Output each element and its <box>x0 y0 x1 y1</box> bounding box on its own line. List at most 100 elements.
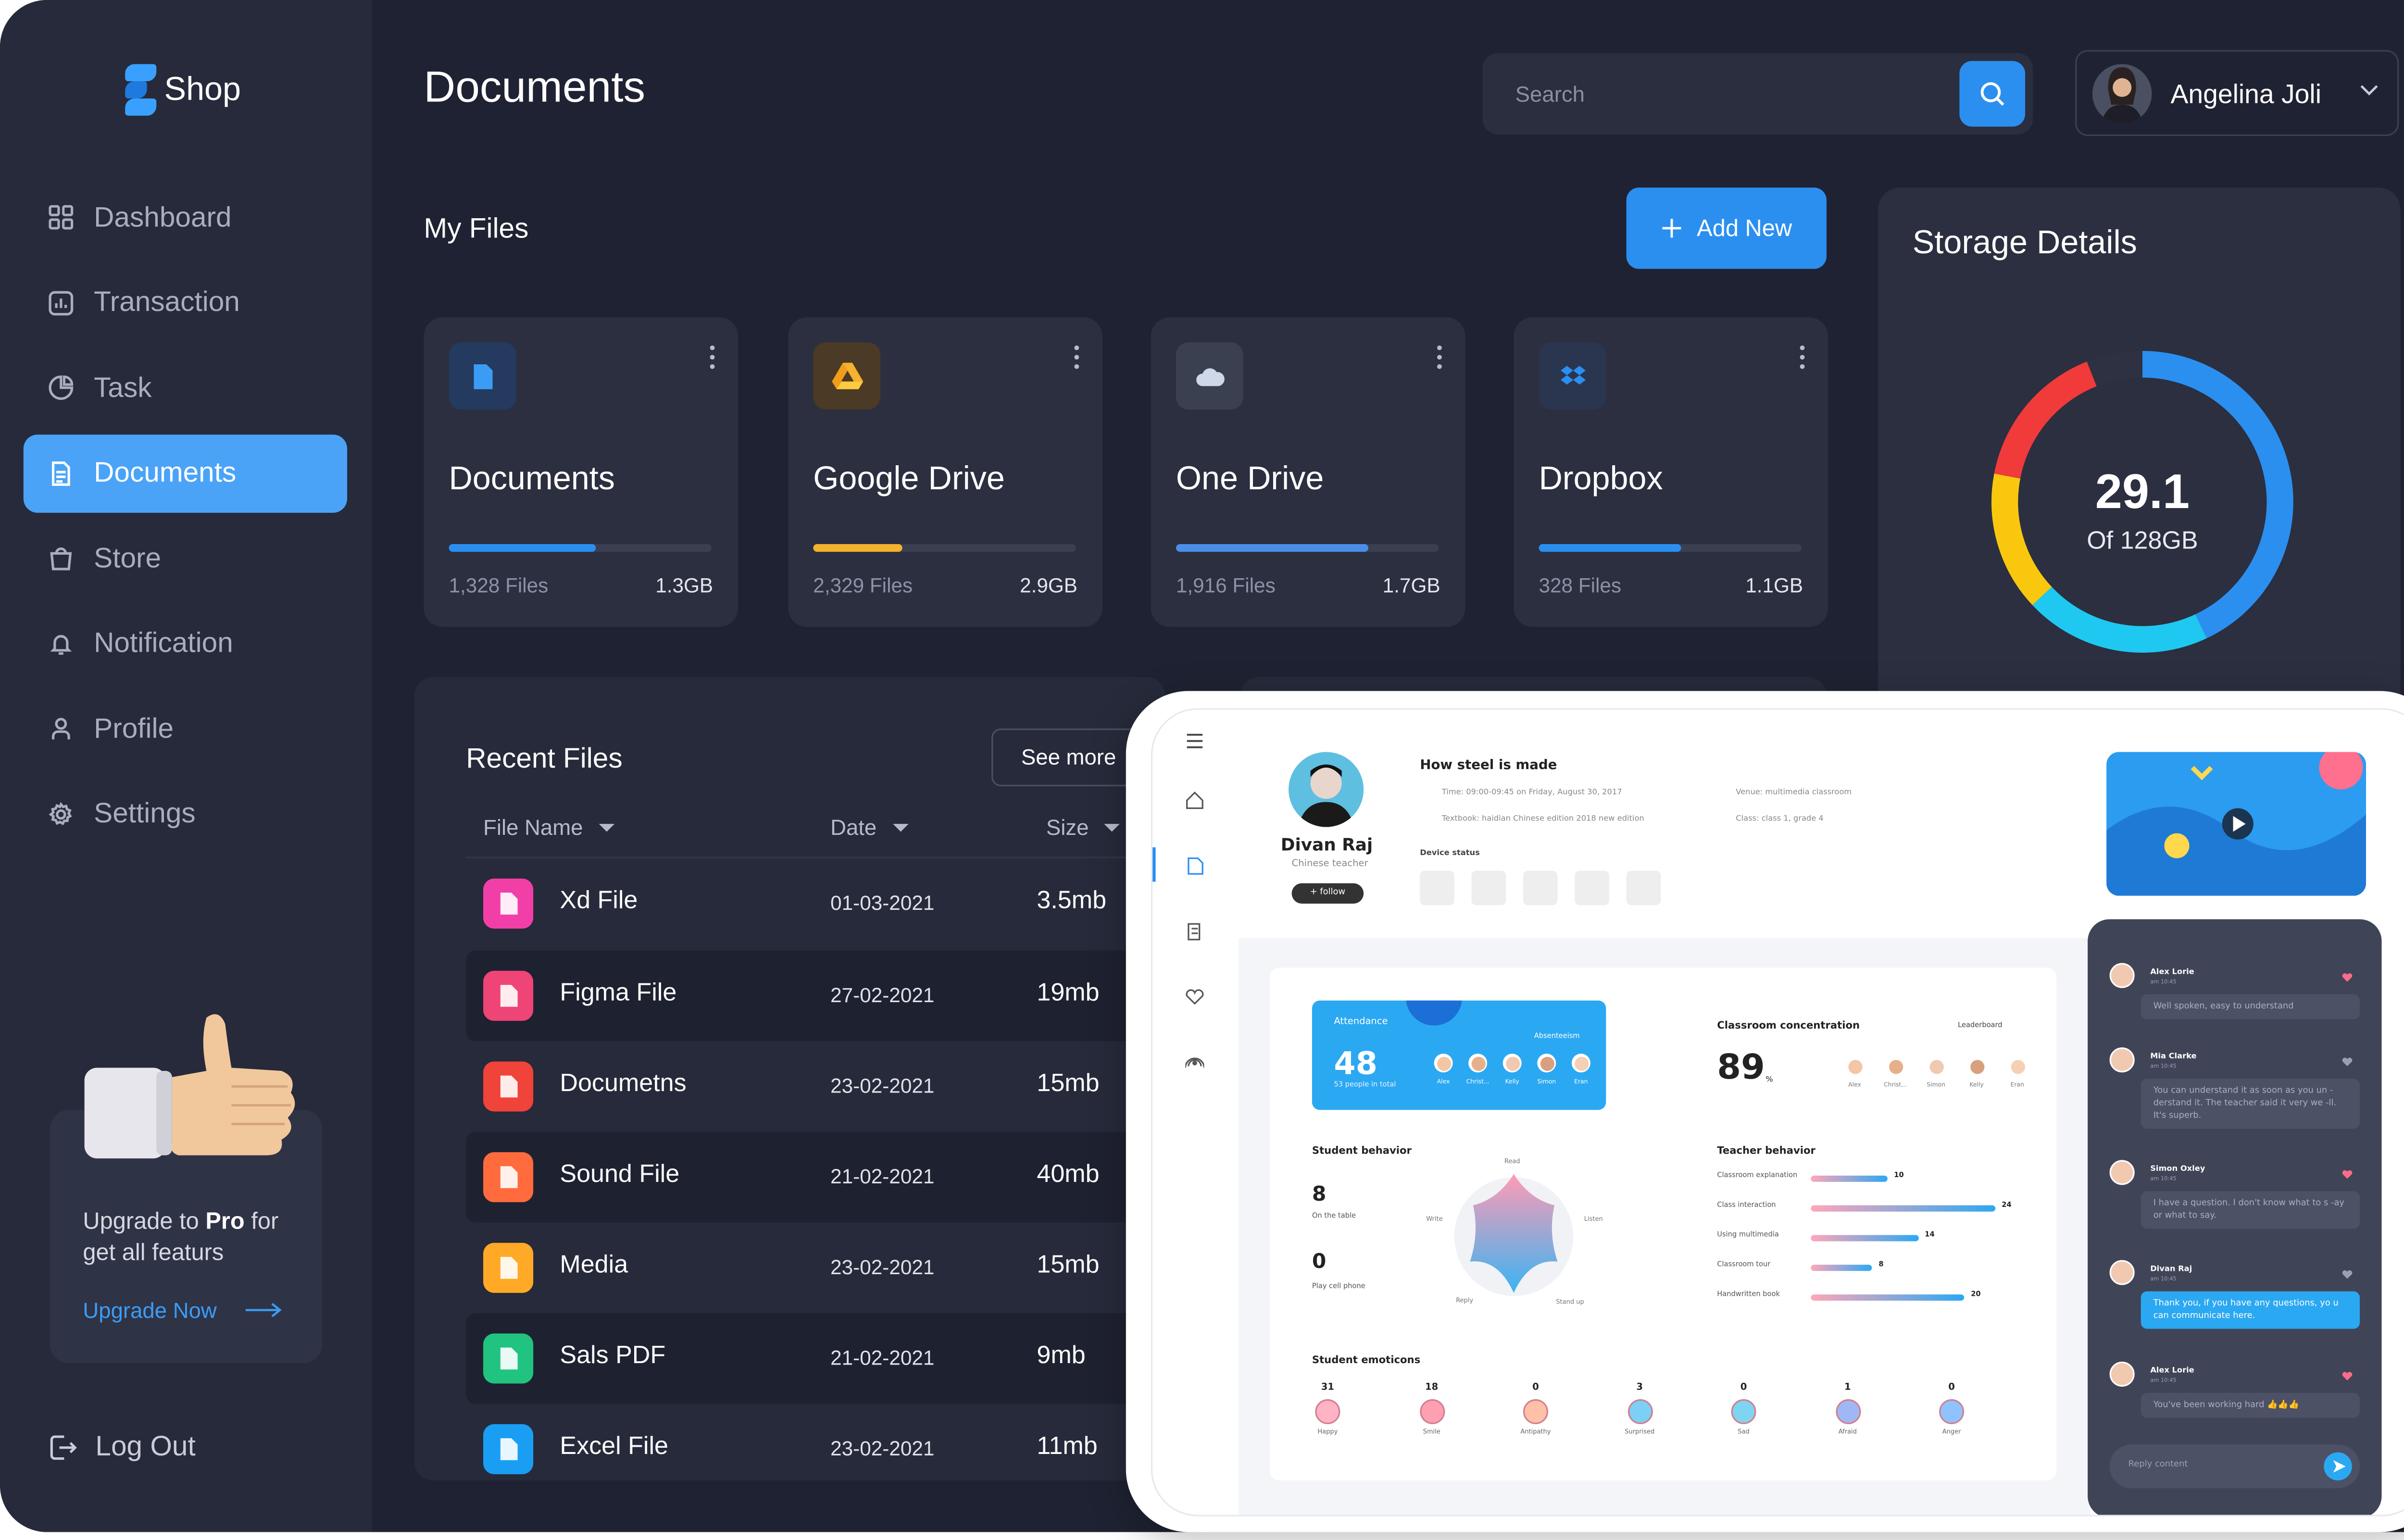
emoji-face-icon <box>1731 1399 1756 1425</box>
sidebar-item-store[interactable]: Store <box>24 519 347 597</box>
lesson-venue: Venue: multimedia classroom <box>1736 788 1852 797</box>
file-card-one-drive[interactable]: One Drive 1,916 Files 1.7GB <box>1151 317 1465 627</box>
search-button[interactable] <box>1959 61 2025 127</box>
device-camera-icon <box>1420 870 1454 906</box>
storage-size: 2.9GB <box>1020 573 1077 597</box>
search-input[interactable]: Search <box>1515 81 1585 106</box>
logo-icon <box>125 64 160 116</box>
broadcast-icon[interactable] <box>1185 1054 1204 1072</box>
file-name: Sound File <box>560 1161 680 1188</box>
student-avatar: Eran <box>1568 1054 1593 1085</box>
attendance-value: 48 <box>1334 1044 1377 1082</box>
column-header-name[interactable]: File Name <box>483 815 614 840</box>
sidebar-item-dashboard[interactable]: Dashboard <box>24 178 347 257</box>
table-row[interactable]: Sals PDF 21-02-2021 9mb <box>466 1313 1186 1404</box>
sidebar-item-profile[interactable]: Profile <box>24 689 347 768</box>
file-type-icon <box>483 1152 534 1203</box>
donut-segment-3 <box>1994 361 2097 479</box>
follow-button[interactable]: + follow <box>1291 883 1364 904</box>
student-avatar: Eran <box>2005 1056 2030 1088</box>
student-behavior-label: Student behavior <box>1312 1144 1412 1157</box>
more-options-icon[interactable] <box>1800 345 1806 374</box>
emotion-sad: 0 Sad <box>1717 1382 1770 1435</box>
storage-title: Storage Details <box>1912 225 2137 261</box>
chevron-down-icon <box>2360 85 2378 96</box>
reply-input[interactable]: Reply content <box>2109 1444 2360 1489</box>
document-icon <box>449 342 516 410</box>
behavior-bar <box>1811 1205 1996 1212</box>
heart-icon <box>2342 1372 2353 1380</box>
absenteeism-label: Absenteeism <box>1534 1033 1580 1042</box>
book-icon[interactable] <box>1185 922 1204 941</box>
teacher-behavior-row: Handwritten book 20 <box>1717 1290 2030 1305</box>
table-row[interactable]: Documetns 23-02-2021 15mb <box>466 1041 1185 1132</box>
table-row[interactable]: Sound File 21-02-2021 40mb <box>466 1131 1186 1223</box>
sidebar-item-notification[interactable]: Notification <box>24 604 347 683</box>
emoji-face-icon <box>1315 1399 1340 1425</box>
logout-label: Log Out <box>95 1430 196 1462</box>
add-new-button[interactable]: Add New <box>1626 187 1827 269</box>
sidebar-item-task[interactable]: Task <box>24 348 347 427</box>
sidebar-item-label: Documents <box>94 456 237 488</box>
sidebar-item-label: Store <box>94 541 162 573</box>
heart-icon <box>2342 1057 2353 1067</box>
more-options-icon[interactable] <box>710 345 716 374</box>
home-icon[interactable] <box>1185 791 1204 810</box>
user-menu[interactable]: Angelina Joli <box>2075 50 2399 136</box>
bell-icon <box>50 634 72 654</box>
file-date: 23-02-2021 <box>830 1437 935 1460</box>
file-card-dropbox[interactable]: Dropbox 328 Files 1.1GB <box>1514 317 1828 627</box>
document-icon[interactable] <box>1185 857 1204 875</box>
menu-icon[interactable] <box>1185 733 1204 749</box>
logo[interactable]: Shop <box>125 64 241 116</box>
search-bar[interactable]: Search <box>1482 53 2033 135</box>
page-title: Documents <box>424 62 646 111</box>
table-row[interactable]: Excel File 23-02-2021 11mb <box>466 1404 1185 1495</box>
lesson-time: Time: 09:00-09:45 on Friday, August 30, … <box>1441 788 1622 797</box>
emotion-smile: 18 Smile <box>1405 1382 1458 1435</box>
chat-panel: Alex Lorie am 10:45 Well spoken, easy to u… <box>2088 919 2382 1515</box>
heart-icon <box>2342 973 2353 982</box>
table-row[interactable]: Figma File 27-02-2021 19mb <box>466 950 1186 1042</box>
storage-size: 1.7GB <box>1382 573 1440 597</box>
sidebar-item-documents[interactable]: Documents <box>23 434 348 512</box>
send-button[interactable] <box>2324 1452 2352 1481</box>
file-date: 27-02-2021 <box>830 983 935 1007</box>
behavior-value-2: 0 <box>1312 1251 1327 1274</box>
column-header-size[interactable]: Size <box>1046 815 1120 840</box>
emotion-afraid: 1 Afraid <box>1821 1382 1875 1435</box>
send-icon <box>2333 1460 2346 1473</box>
file-card-google-drive[interactable]: Google Drive 2,329 Files 2.9GB <box>788 317 1103 627</box>
video-thumbnail[interactable] <box>2106 752 2366 896</box>
sidebar-item-transaction[interactable]: Transaction <box>24 263 347 342</box>
file-card-documents[interactable]: Documents 1,328 Files 1.3GB <box>424 317 739 627</box>
file-size: 3.5mb <box>1037 888 1107 915</box>
file-date: 21-02-2021 <box>830 1165 935 1188</box>
leaderboard-link[interactable]: Leaderboard <box>1958 1022 2002 1030</box>
file-count: 328 Files <box>1539 573 1622 597</box>
file-size: 15mb <box>1037 1070 1100 1098</box>
table-row[interactable]: Xd File 01-03-2021 3.5mb <box>466 858 1185 949</box>
logout-button[interactable]: Log Out <box>47 1430 196 1463</box>
heart-icon <box>2342 1170 2353 1179</box>
file-count: 1,328 Files <box>449 573 549 597</box>
attendance-label: Attendance <box>1334 1016 1388 1027</box>
emotion-antipathy: 0 Antipathy <box>1520 1382 1551 1435</box>
device-speaker-icon <box>1471 870 1506 906</box>
more-options-icon[interactable] <box>1074 345 1080 374</box>
heart-icon[interactable] <box>1185 988 1204 1007</box>
user-icon <box>51 718 70 740</box>
file-type-icon <box>483 970 534 1021</box>
sidebar-item-settings[interactable]: Settings <box>24 775 347 853</box>
gear-icon <box>49 801 72 825</box>
emoji-face-icon <box>1627 1399 1653 1425</box>
emoticons-label: Student emoticons <box>1312 1354 1421 1366</box>
more-options-icon[interactable] <box>1437 345 1443 374</box>
file-name: Documetns <box>560 1070 687 1098</box>
device-webcam-icon <box>1523 870 1558 906</box>
upgrade-now-link[interactable]: Upgrade Now <box>83 1298 282 1323</box>
emoji-face-icon <box>1419 1399 1444 1425</box>
column-header-date[interactable]: Date <box>830 815 908 840</box>
storage-progress-bar <box>449 544 712 552</box>
table-row[interactable]: Media 23-02-2021 15mb <box>466 1222 1185 1313</box>
